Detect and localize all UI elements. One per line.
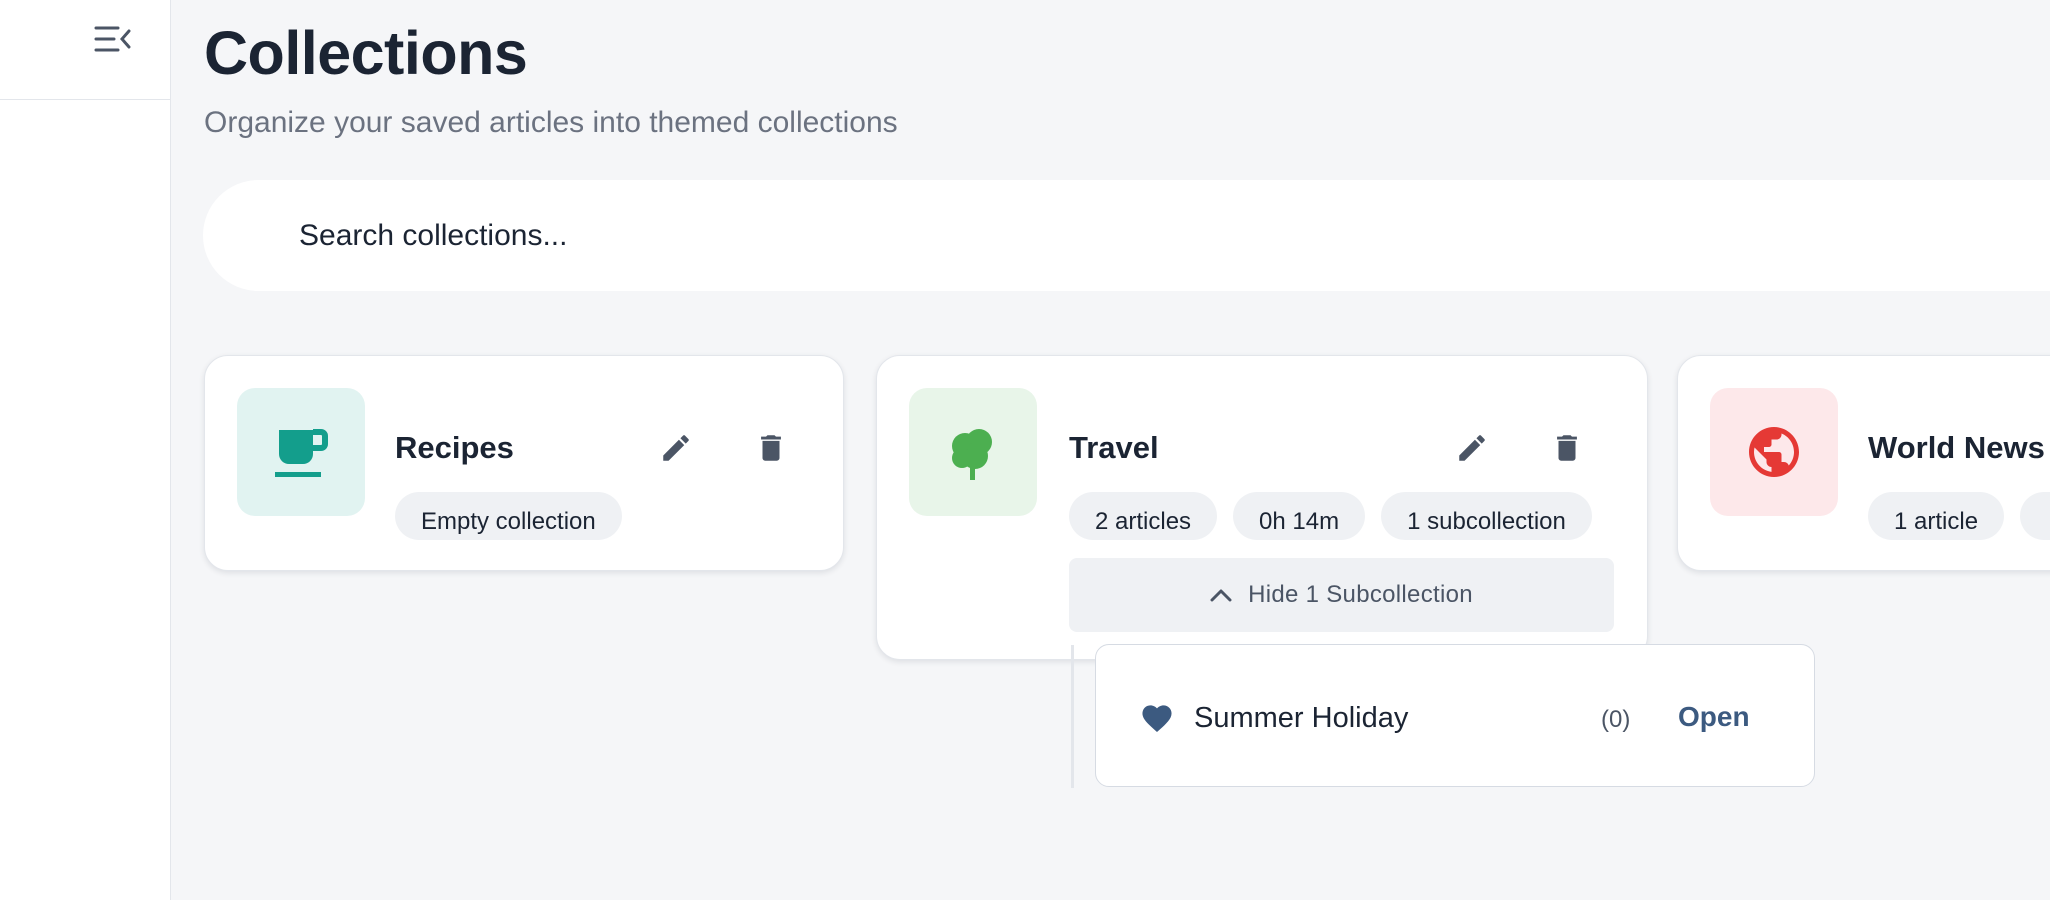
subcollection-connector — [1071, 645, 1074, 788]
article-count-chip: 1 article — [1868, 492, 2005, 540]
subcollection-count-chip: 1 subcollection — [1381, 492, 1592, 540]
main-content: Collections Organize your saved articles… — [171, 0, 2050, 900]
chip-row: 2 articles 0h 14m 1 subcollection — [1069, 492, 1592, 540]
pencil-icon — [1459, 435, 1485, 461]
edit-button[interactable] — [648, 420, 704, 476]
sidebar — [0, 0, 171, 900]
chevron-up-icon — [1210, 589, 1232, 602]
page-title: Collections — [204, 19, 528, 87]
subcollection-item[interactable]: Summer Holiday (0) Open — [1095, 644, 1815, 787]
toggle-subcollections-button[interactable]: Hide 1 Subcollection — [1069, 558, 1614, 632]
chip-row: Empty collection — [395, 492, 622, 540]
collection-card-recipes[interactable]: Recipes Empty collection — [204, 355, 844, 571]
globe-icon — [1749, 427, 1799, 477]
collection-title: Travel — [1069, 430, 1159, 465]
subcollection-count: (0) — [1601, 706, 1631, 733]
sidebar-header — [0, 0, 170, 100]
page-subtitle: Organize your saved articles into themed… — [204, 106, 898, 139]
coffee-cup-icon — [275, 429, 328, 477]
menu-collapse-button[interactable] — [92, 22, 134, 56]
subcollection-name: Summer Holiday — [1194, 702, 1409, 734]
reading-time-chip: 0h 14m — [1233, 492, 1366, 540]
collection-title: Recipes — [395, 430, 514, 465]
chip-partial — [2020, 492, 2050, 540]
search-input[interactable] — [299, 180, 1999, 291]
edit-button[interactable] — [1444, 420, 1500, 476]
open-subcollection-button[interactable]: Open — [1678, 697, 1750, 737]
heart-icon — [1142, 705, 1172, 733]
collection-title: World News — [1868, 430, 2045, 465]
pencil-icon — [663, 435, 689, 461]
tree-icon — [952, 429, 992, 480]
article-count-chip: 2 articles — [1069, 492, 1218, 540]
trash-icon — [1557, 435, 1577, 461]
status-chip: Empty collection — [395, 492, 622, 540]
delete-button[interactable] — [1539, 420, 1595, 476]
delete-button[interactable] — [743, 420, 799, 476]
collection-card-travel[interactable]: Travel 2 articles 0h 14m 1 subcollection… — [876, 355, 1648, 660]
search-bar — [203, 180, 2050, 291]
chip-row: 1 article — [1868, 492, 2050, 540]
collection-card-world-news[interactable]: World News 1 article — [1677, 355, 2050, 571]
menu-collapse-icon — [94, 26, 131, 52]
trash-icon — [761, 435, 781, 461]
toggle-subcollections-label: Hide 1 Subcollection — [1248, 581, 1473, 608]
